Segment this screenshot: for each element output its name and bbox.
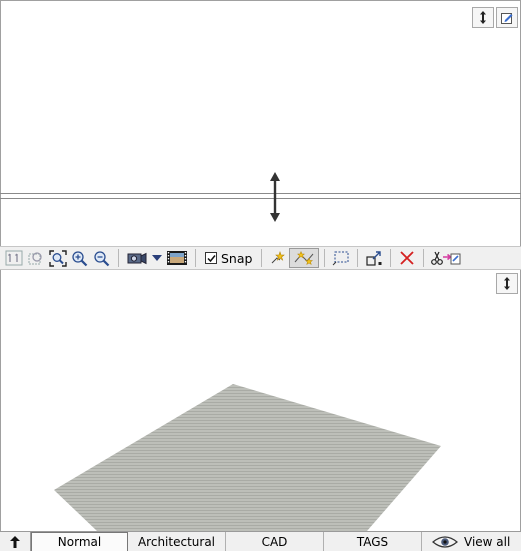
zoom-in-icon xyxy=(72,250,88,266)
edit-points-icon xyxy=(295,250,314,266)
toolbar-separator xyxy=(357,249,359,267)
splitter-resize-icon[interactable] xyxy=(268,171,282,223)
zoom-selection-icon xyxy=(28,252,42,265)
zoom-one-to-one-icon xyxy=(5,250,23,266)
tab-normal[interactable]: Normal xyxy=(31,532,128,551)
cut-paste-icon xyxy=(431,251,461,265)
edit-button[interactable] xyxy=(496,7,518,28)
film-strip-icon xyxy=(167,251,187,265)
toolbar-separator xyxy=(195,249,196,267)
ground-plane xyxy=(54,384,441,531)
snap-checkbox[interactable] xyxy=(205,252,217,264)
resize-vertical-button[interactable] xyxy=(472,7,494,28)
zoom-out-icon xyxy=(94,250,110,266)
resize-vertical-button[interactable] xyxy=(496,273,518,294)
tab-architectural[interactable]: Architectural xyxy=(128,532,226,551)
film-strip-button[interactable] xyxy=(164,248,190,268)
selection-rectangle-button[interactable] xyxy=(330,248,352,268)
up-button[interactable] xyxy=(0,532,31,551)
mode-status-bar: Normal Architectural CAD TAGS View all xyxy=(0,531,521,551)
zoom-selection-button[interactable] xyxy=(25,248,47,268)
toolbar-separator xyxy=(261,249,263,267)
camera-button[interactable] xyxy=(124,248,150,268)
splitter-line-bottom xyxy=(0,198,521,199)
camera-icon xyxy=(127,252,147,265)
checkbox-icon xyxy=(206,254,216,262)
cut-paste-button[interactable] xyxy=(429,248,463,268)
add-point-icon xyxy=(272,251,286,264)
view-all-label: View all xyxy=(464,534,511,549)
tab-tags[interactable]: TAGS xyxy=(324,532,422,551)
snap-toggle[interactable]: Snap xyxy=(201,248,256,268)
eye-icon xyxy=(432,535,458,548)
bottom-corner-buttons xyxy=(496,273,518,294)
zoom-in-button[interactable] xyxy=(69,248,91,268)
top-view-pane[interactable] xyxy=(0,0,521,246)
transform-button[interactable] xyxy=(363,248,385,268)
edit-icon xyxy=(501,12,513,24)
snap-label: Snap xyxy=(221,250,253,266)
view-all-button[interactable]: View all xyxy=(422,532,521,551)
dropdown-arrow-icon xyxy=(152,255,162,261)
tab-cad[interactable]: CAD xyxy=(226,532,324,551)
toolbar-separator xyxy=(118,249,119,267)
add-point-button[interactable] xyxy=(267,248,289,268)
view-toolbar: Snap xyxy=(0,246,521,270)
resize-vertical-icon xyxy=(480,11,486,24)
zoom-one-to-one-button[interactable] xyxy=(3,248,25,268)
toolbar-separator xyxy=(324,249,326,267)
arrow-up-icon xyxy=(10,535,20,548)
zoom-extents-icon xyxy=(49,249,67,267)
zoom-out-button[interactable] xyxy=(91,248,113,268)
toolbar-separator xyxy=(390,249,392,267)
transform-icon xyxy=(366,250,382,266)
zoom-extents-button[interactable] xyxy=(47,248,69,268)
camera-dropdown-button[interactable] xyxy=(150,248,164,268)
toolbar-separator xyxy=(423,249,425,267)
resize-vertical-icon xyxy=(504,277,510,290)
delete-icon xyxy=(400,251,415,265)
edit-points-button[interactable] xyxy=(289,248,320,268)
selection-rectangle-icon xyxy=(333,251,349,266)
top-corner-buttons xyxy=(472,7,518,28)
3d-view-pane[interactable] xyxy=(0,270,521,531)
splitter-line-top xyxy=(0,193,521,194)
delete-button[interactable] xyxy=(396,248,418,268)
